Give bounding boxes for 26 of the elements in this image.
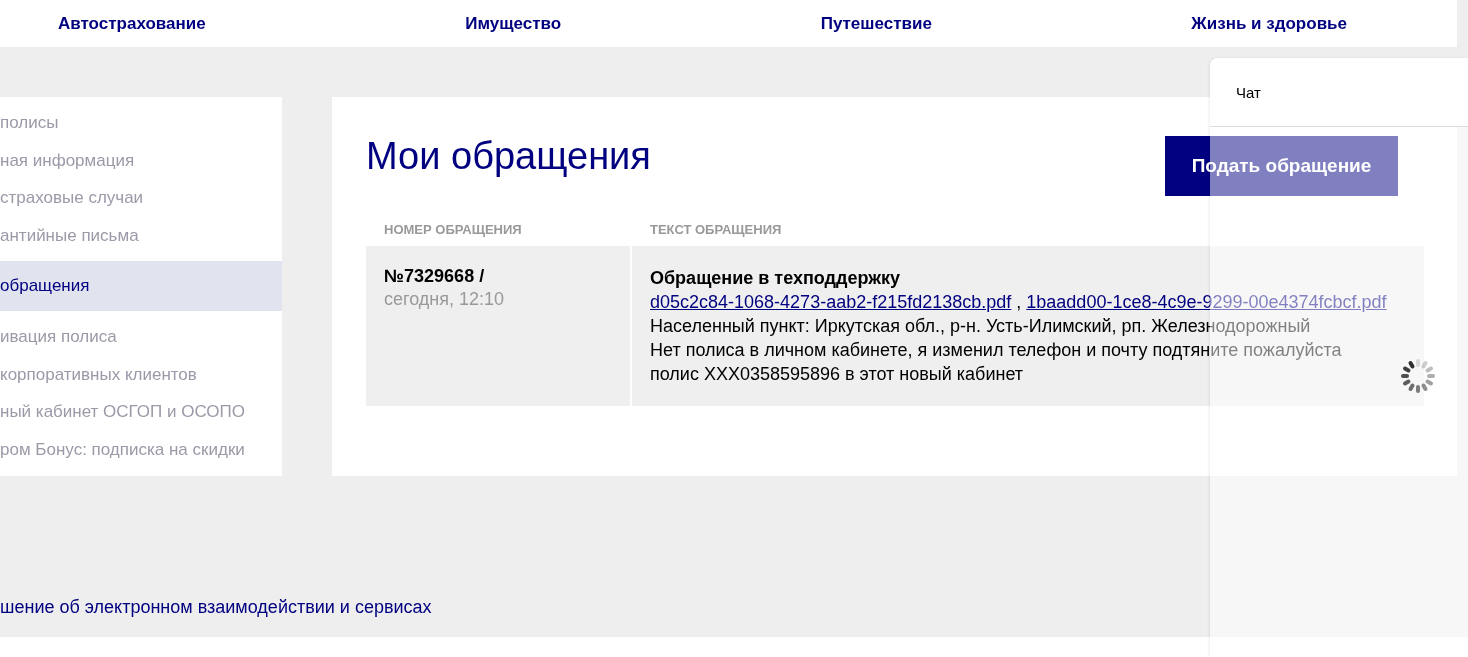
footer-link[interactable]: шение об электронном взаимодействии и сервисах: [0, 597, 432, 617]
sidebar-item[interactable]: страховые случаи: [0, 179, 282, 217]
request-text: Населенный пункт: Иркутская обл., р-н. Усть-Илимский, рп. Железнодорожный: [650, 315, 1312, 338]
nav-link[interactable]: Жизнь и здоровье: [1191, 13, 1347, 34]
sidebar-item[interactable]: ная информация: [0, 141, 282, 179]
nav-link[interactable]: Имущество: [465, 13, 562, 34]
sidebar-item[interactable]: ром Бонус: подписка на скидки: [0, 430, 282, 468]
request-date: сегодня, 12:10: [384, 289, 506, 310]
sidebar-item[interactable]: обращения: [0, 261, 282, 311]
sidebar-item[interactable]: ивация полиса: [0, 318, 282, 356]
file-link[interactable]: 1baadd00-1ce8-4c9e-9299-00e4374fcbcf.pdf: [1026, 292, 1387, 312]
sidebar-item[interactable]: корпоративных клиентов: [0, 355, 282, 393]
sidebar-item[interactable]: полисы: [0, 104, 282, 142]
request-number: №7329668 /: [384, 266, 486, 287]
separator-text: ,: [1015, 292, 1023, 312]
chat-title: Чат: [1236, 83, 1261, 101]
sidebar-item[interactable]: антийные письма: [0, 216, 282, 254]
page-title: Мои обращения: [366, 135, 651, 178]
column-header: ТЕКСТ ОБРАЩЕНИЯ: [649, 222, 783, 239]
column-header: НОМЕР ОБРАЩЕНИЯ: [383, 222, 523, 239]
nav-link[interactable]: Путешествие: [820, 13, 932, 34]
nav-link[interactable]: Автострахование: [58, 13, 206, 34]
sidebar-item[interactable]: ный кабинет ОСГОП и ОСОПО: [0, 393, 282, 431]
file-link[interactable]: d05c2c84-1068-4273-aab2-f215fd2138cb.pdf: [650, 292, 1012, 312]
request-subject: Обращение в техподдержку: [650, 267, 901, 290]
request-text: Нет полиса в личном кабинете, я изменил телефон и почту подтяните пожалуйста полис XXX0358595896 в этот новый кабинет: [650, 339, 1343, 386]
